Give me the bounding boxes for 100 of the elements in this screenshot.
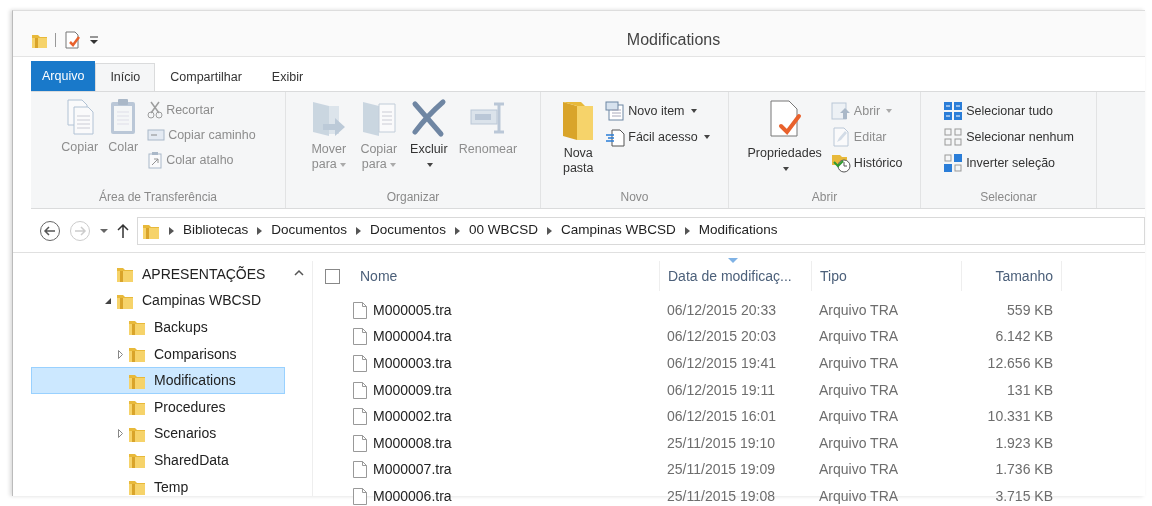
customize-menu-icon[interactable] [88,34,100,45]
tree-item[interactable]: Scenarios [31,420,285,448]
breadcrumb-link[interactable]: Bibliotecas [183,220,249,241]
breadcrumb-link[interactable]: Campinas WBCSD [560,220,676,241]
file-name[interactable]: M000004.tra [373,326,452,348]
breadcrumb-link[interactable]: Modifications [698,220,778,241]
file-name[interactable]: M000002.tra [373,406,452,428]
table-cell-text: 6.142 KB [994,327,1054,347]
ribbon-tab[interactable]: Início [95,63,156,91]
table-cell-text: Arquivo TRA [818,380,900,400]
column-header[interactable]: Data de modificaç... [660,261,812,291]
file-name[interactable]: M000008.tra [373,432,452,454]
select-none-icon [943,127,964,147]
table-cell-text: Arquivo TRA [818,486,900,506]
chevron-icon [546,226,552,235]
address-bar[interactable]: Bibliotecas Documentos Documentos 00 WBCSD Campinas WBCSD Modifications [137,216,1145,245]
folder-label: Comparisons [154,344,237,364]
chevron-icon [257,226,263,235]
scroll-up-icon[interactable] [293,269,304,276]
ribbon-button[interactable]: Excluir [405,96,452,188]
file-name[interactable]: M000009.tra [373,379,452,401]
tree-item[interactable]: Comparisons [31,340,285,368]
tree-item[interactable]: Temp [31,473,285,501]
column-header[interactable]: Tipo [812,261,962,291]
folder-label: Procedures [154,397,226,417]
back-icon[interactable] [39,219,61,242]
table-cell-text: 559 KB [1006,300,1054,320]
table-cell-text: 25/11/2015 19:09 [666,460,776,480]
folder-label: SharedData [154,450,229,470]
table-cell-text: Arquivo TRA [818,460,900,480]
table-cell-text: Arquivo TRA [818,433,900,453]
tree-item[interactable]: SharedData [31,447,285,474]
folder-icon [128,345,146,364]
copy-icon [64,98,95,136]
folder-label: Modifications [154,371,236,391]
folder-label: Backups [154,318,208,337]
sort-icon [727,258,738,263]
file-name[interactable]: M000006.tra [373,485,452,506]
table-cell-text: Arquivo TRA [818,407,900,427]
ribbon-button[interactable]: Propriedades [744,96,825,188]
folder-icon [128,398,146,417]
file-name[interactable]: M000005.tra [373,299,452,321]
folder-icon [128,318,146,337]
edit-icon [830,127,851,147]
file-icon [353,381,367,399]
checkbox[interactable] [325,268,340,284]
group-label: Organizar [385,189,441,206]
table-cell-text: 10.331 KB [986,407,1054,427]
toolbar-divider [55,32,56,47]
properties-icon[interactable] [64,30,82,49]
shortcut-icon [147,150,164,169]
collapsed-icon[interactable] [117,349,123,359]
file-name[interactable]: M000003.tra [373,353,452,374]
ribbon-button[interactable]: Inverter seleção [941,152,1076,174]
expanded-icon[interactable] [104,297,112,305]
breadcrumb-link[interactable]: Documentos [370,220,446,241]
ribbon-tab[interactable]: Exibir [256,63,319,91]
ribbon-button[interactable]: Histórico [828,152,905,174]
table-cell-text: 1.736 KB [994,460,1054,480]
ribbon-button[interactable]: Nova pasta [557,96,600,188]
folder-label: Campinas WBCSD [142,291,262,311]
ribbon-button[interactable]: Fácil acesso [603,126,712,148]
tree-item[interactable]: Modifications [31,367,285,394]
table-cell-text: 06/12/2015 20:33 [666,300,777,320]
collapsed-icon[interactable] [117,429,123,439]
file-menu-tab[interactable]: Arquivo [31,61,96,91]
path-icon [147,128,166,143]
folder-icon [116,265,134,284]
table-cell-text: 131 KB [1006,380,1054,400]
folder-icon [128,451,146,470]
file-icon [353,301,367,319]
tree-item[interactable]: APRESENTAÇÕES [31,261,285,288]
history-icon [830,153,851,173]
breadcrumb-link[interactable]: Documentos [271,220,348,241]
up-arrow-icon[interactable] [117,222,129,239]
folder-label: APRESENTAÇÕES [142,264,266,284]
file-icon [353,461,367,479]
column-header[interactable]: Tamanho [962,261,1062,291]
file-icon [353,355,367,372]
ribbon-button[interactable]: Selecionar nenhum [941,126,1076,148]
open-icon [830,101,851,121]
group-label: Novo [619,189,650,206]
group-label: Selecionar [979,189,1038,206]
column-header[interactable]: Nome [352,261,660,291]
ribbon-button[interactable]: Novo item [603,100,712,122]
file-icon [353,328,367,346]
table-cell-text: 06/12/2015 19:11 [666,380,776,400]
ribbon-tab[interactable]: Compartilhar [155,63,257,91]
breadcrumb-link[interactable]: 00 WBCSD [468,220,538,241]
table-cell-text: 12.656 KB [986,354,1054,373]
invert-selection-icon [943,153,964,173]
chevron-icon [454,226,460,235]
table-cell-text: 1.923 KB [994,433,1054,453]
tree-item[interactable]: Backups [31,314,285,341]
ribbon-button[interactable]: Selecionar tudo [941,100,1076,122]
tree-item[interactable]: Campinas WBCSD [31,287,285,315]
tree-item[interactable]: Procedures [31,393,285,421]
file-icon [353,487,367,505]
file-icon [353,408,367,426]
file-name[interactable]: M000007.tra [373,459,452,481]
